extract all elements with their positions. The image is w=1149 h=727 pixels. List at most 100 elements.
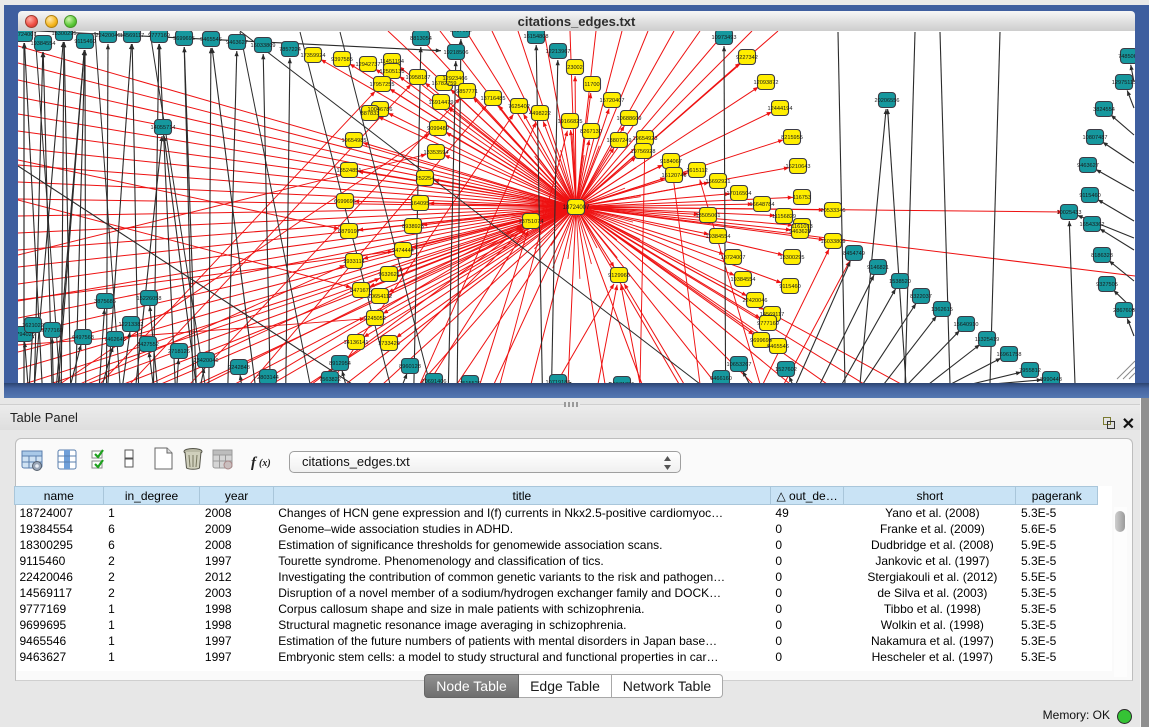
svg-text:18724007: 18724007 [721,255,746,261]
svg-text:9463627: 9463627 [226,40,248,46]
svg-text:3875685: 3875685 [94,299,116,305]
svg-text:12213382: 12213382 [119,322,144,328]
svg-text:1527602: 1527602 [775,367,797,373]
svg-text:14569117: 14569117 [120,33,144,39]
svg-text:4498222: 4498222 [529,111,551,117]
svg-text:18300295: 18300295 [52,31,77,37]
svg-text:12505135: 12505135 [380,69,405,75]
svg-text:7462646: 7462646 [104,337,126,343]
svg-text:9777169: 9777169 [148,33,170,39]
svg-text:2087682: 2087682 [450,31,472,34]
svg-text:9465546: 9465546 [767,344,789,350]
svg-text:8990448: 8990448 [1040,377,1062,383]
svg-text:16961758: 16961758 [997,352,1022,358]
svg-text:(x): (x) [259,458,271,469]
svg-text:19384554: 19384554 [31,41,56,47]
svg-text:2718126: 2718126 [168,349,190,355]
svg-text:11700: 11700 [584,82,599,88]
svg-text:12213967: 12213967 [546,49,571,55]
svg-text:19756928: 19756928 [631,149,656,155]
svg-text:19654985: 19654985 [342,138,367,144]
svg-text:18724007: 18724007 [18,32,36,38]
svg-text:19384554: 19384554 [706,234,731,240]
svg-text:3824554: 3824554 [1093,107,1115,113]
svg-text:16033809: 16033809 [251,43,276,49]
svg-text:20533346: 20533346 [821,208,846,214]
svg-text:12923466: 12923466 [443,76,468,82]
svg-text:9227342: 9227342 [736,55,758,61]
svg-text:17957255: 17957255 [370,82,395,88]
svg-text:18724007: 18724007 [563,205,590,211]
svg-text:14569117: 14569117 [760,312,784,318]
svg-text:16120746: 16120746 [662,173,687,179]
svg-text:10688609: 10688609 [617,116,642,122]
svg-text:6497568: 6497568 [72,335,94,341]
svg-text:9242848: 9242848 [228,365,250,371]
svg-text:10654112: 10654112 [368,294,392,300]
svg-text:8938923: 8938923 [402,224,424,230]
svg-text:16914479: 16914479 [429,100,454,106]
svg-text:9129966: 9129966 [608,273,630,279]
svg-text:8427552: 8427552 [137,342,159,348]
svg-text:10973493: 10973493 [712,35,737,41]
svg-text:9463627: 9463627 [1077,163,1099,169]
svg-text:18300295: 18300295 [780,255,805,261]
svg-text:11451194: 11451194 [380,59,404,65]
svg-text:9857771: 9857771 [456,89,478,95]
svg-text:1538520: 1538520 [889,279,911,285]
svg-text:12093872: 12093872 [754,80,779,86]
svg-text:6466160: 6466160 [710,376,732,382]
svg-text:10807487: 10807487 [1083,135,1108,141]
svg-text:19218506: 19218506 [444,50,469,56]
svg-text:16543362: 16543362 [1080,222,1105,228]
svg-text:23002: 23002 [567,65,583,71]
svg-text:1733426: 1733426 [378,341,400,347]
svg-text:16033809: 16033809 [821,239,846,245]
svg-text:1615112: 1615112 [686,168,707,174]
svg-text:7632621: 7632621 [378,272,400,278]
svg-text:9099489: 9099489 [427,126,449,132]
svg-text:13353594: 13353594 [424,150,449,156]
svg-text:10025433: 10025433 [1057,210,1082,216]
svg-text:7563822: 7563822 [319,377,341,383]
svg-text:18807249: 18807249 [607,138,632,144]
svg-text:17016504: 17016504 [727,191,752,197]
svg-text:7857224: 7857224 [279,47,301,53]
svg-text:19654923: 19654923 [633,136,658,142]
svg-text:7485063: 7485063 [1118,54,1135,60]
svg-text:17359924: 17359924 [301,53,326,59]
svg-text:2867608: 2867608 [1113,308,1135,314]
svg-text:9699695: 9699695 [173,36,195,42]
svg-text:20691406: 20691406 [422,379,447,383]
svg-text:8267130: 8267130 [580,129,602,135]
svg-text:15226058: 15226058 [137,296,162,302]
svg-text:18524851: 18524851 [337,168,362,174]
svg-text:9115460: 9115460 [779,284,800,290]
svg-text:12975115: 12975115 [1112,80,1135,86]
svg-text:6879197: 6879197 [338,229,360,235]
svg-text:12444194: 12444194 [768,106,793,112]
svg-text:9465546: 9465546 [200,37,222,43]
svg-text:22420046: 22420046 [96,33,121,39]
svg-text:8813054: 8813054 [410,36,432,42]
svg-text:116753: 116753 [793,195,811,201]
svg-text:9397585: 9397585 [331,57,353,63]
svg-text:9115460: 9115460 [1079,193,1100,199]
svg-text:9474444: 9474444 [392,248,414,254]
svg-text:2933114: 2933114 [343,259,364,265]
svg-text:6699695: 6699695 [334,199,356,205]
svg-text:10653267: 10653267 [727,362,752,368]
svg-text:10958187: 10958187 [406,75,431,81]
svg-text:8186328: 8186328 [1091,253,1113,259]
svg-text:7955812: 7955812 [1019,368,1041,374]
svg-text:19384554: 19384554 [731,277,756,283]
svg-text:10719185: 10719185 [546,380,571,383]
svg-text:2803144: 2803144 [257,375,279,381]
svg-text:15692921: 15692921 [706,179,731,185]
svg-text:9777169: 9777169 [757,321,779,327]
svg-text:14055714: 14055714 [151,125,176,131]
svg-text:7515526: 7515526 [459,381,481,383]
svg-text:13716485: 13716485 [481,96,506,102]
svg-text:8322037: 8322037 [910,294,932,300]
svg-text:8454749: 8454749 [843,251,865,257]
